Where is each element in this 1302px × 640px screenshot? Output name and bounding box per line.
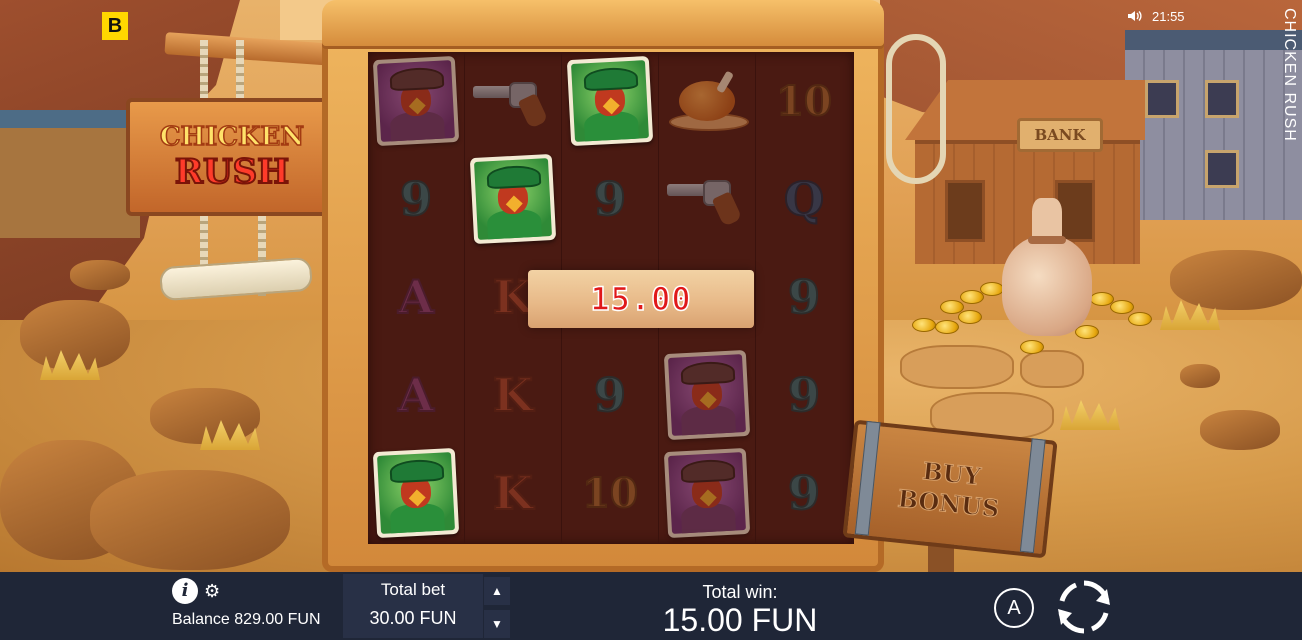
total-bet-label: Total bet bbox=[380, 580, 446, 599]
game-logo: CHICKEN RUSH bbox=[126, 98, 338, 216]
symbol-chicken-green bbox=[465, 150, 561, 248]
symbol-roast-chicken bbox=[659, 52, 755, 150]
gold-coin bbox=[958, 310, 982, 324]
chicken-card bbox=[469, 153, 557, 245]
symbol-revolver bbox=[465, 52, 561, 150]
roast-chicken-icon bbox=[669, 70, 749, 131]
symbol-chicken-purple bbox=[659, 444, 755, 542]
symbol-revolver bbox=[659, 150, 755, 248]
gear-icon[interactable]: ⚙ bbox=[204, 580, 220, 602]
rock bbox=[1200, 410, 1280, 450]
symbol-k: K bbox=[492, 367, 534, 423]
path-stone bbox=[1020, 350, 1084, 388]
gold-coin bbox=[1020, 340, 1044, 354]
right-house bbox=[1125, 30, 1302, 220]
chicken-card bbox=[372, 447, 460, 539]
rock bbox=[1170, 250, 1302, 310]
total-win-value: 15.00 FUN bbox=[662, 602, 818, 638]
house-window bbox=[1145, 80, 1179, 118]
rock bbox=[70, 260, 130, 290]
symbol-k: K bbox=[492, 465, 534, 521]
house-window bbox=[1205, 80, 1239, 118]
symbol-chicken-purple bbox=[368, 52, 464, 150]
left-barn bbox=[0, 110, 140, 238]
speaker-icon[interactable] bbox=[1126, 8, 1142, 24]
buy-bonus-label: BONUS bbox=[896, 483, 1001, 524]
balance-text: Balance 829.00 FUN bbox=[172, 611, 321, 628]
win-amount: 15.00 bbox=[590, 279, 692, 319]
info-icon[interactable]: i bbox=[172, 578, 198, 604]
rope-coil bbox=[886, 34, 946, 184]
revolver-icon bbox=[473, 76, 553, 129]
bet-increase-button[interactable]: ▲ bbox=[484, 577, 510, 605]
symbol-9: 9 bbox=[593, 367, 627, 423]
spin-arrows-icon bbox=[1058, 580, 1110, 634]
rock bbox=[90, 470, 290, 570]
total-bet-value: 30.00 FUN bbox=[369, 608, 457, 628]
revolver-icon bbox=[667, 174, 747, 227]
reel-column: 10 Q 9 9 9 bbox=[756, 52, 853, 544]
rock bbox=[1180, 364, 1220, 388]
money-bag bbox=[1002, 198, 1092, 336]
arrow-down-icon: ▼ bbox=[491, 617, 503, 631]
reel-frame-top bbox=[322, 0, 884, 46]
symbol-9: 9 bbox=[399, 171, 433, 227]
symbol-a: A bbox=[397, 367, 435, 423]
chicken-card bbox=[663, 447, 751, 539]
symbol-10: 10 bbox=[581, 469, 639, 518]
buy-bonus-button[interactable]: BUY BONUS bbox=[842, 419, 1058, 559]
symbol-9: 9 bbox=[593, 171, 627, 227]
bet-decrease-button[interactable]: ▼ bbox=[484, 610, 510, 638]
symbol-9: 9 bbox=[787, 269, 821, 325]
logo-rope bbox=[200, 40, 208, 102]
symbol-q: Q bbox=[783, 171, 825, 227]
symbol-10: 10 bbox=[775, 77, 833, 126]
chicken-card bbox=[663, 349, 751, 441]
clock: 21:55 bbox=[1152, 8, 1185, 24]
rock bbox=[20, 300, 130, 370]
logo-line-1: CHICKEN bbox=[159, 121, 305, 153]
win-amount-banner: 15.00 bbox=[528, 270, 754, 328]
chicken-card bbox=[372, 55, 460, 147]
symbol-chicken-purple bbox=[659, 346, 755, 444]
path-stone bbox=[900, 345, 1014, 389]
total-bet-box: Total bet 30.00 FUN bbox=[343, 574, 483, 638]
provider-badge: B bbox=[102, 12, 128, 40]
logo-rope bbox=[236, 40, 244, 102]
gold-coin bbox=[1128, 312, 1152, 326]
game-title-vertical: CHICKEN RUSH bbox=[1281, 8, 1298, 142]
gold-coin bbox=[980, 282, 1004, 296]
total-win-label: Total win: bbox=[702, 582, 778, 602]
house-window bbox=[1205, 150, 1239, 188]
symbol-chicken-green bbox=[368, 444, 464, 542]
symbol-chicken-green bbox=[562, 52, 658, 150]
symbol-9: 9 bbox=[787, 367, 821, 423]
symbol-9: 9 bbox=[787, 465, 821, 521]
gold-coin bbox=[935, 320, 959, 334]
reel-column: 9 AA bbox=[368, 52, 465, 544]
gold-coin bbox=[1110, 300, 1134, 314]
spin-button[interactable] bbox=[1052, 576, 1116, 638]
bank-sign: BANK bbox=[1017, 118, 1103, 152]
symbol-a: A bbox=[397, 269, 435, 325]
autoplay-button[interactable]: A bbox=[994, 588, 1034, 628]
logo-line-2: RUSH bbox=[174, 151, 291, 193]
gold-coin bbox=[912, 318, 936, 332]
chicken-card bbox=[566, 55, 654, 147]
arrow-up-icon: ▲ bbox=[491, 584, 503, 598]
status-area: 21:55 bbox=[1126, 8, 1185, 24]
